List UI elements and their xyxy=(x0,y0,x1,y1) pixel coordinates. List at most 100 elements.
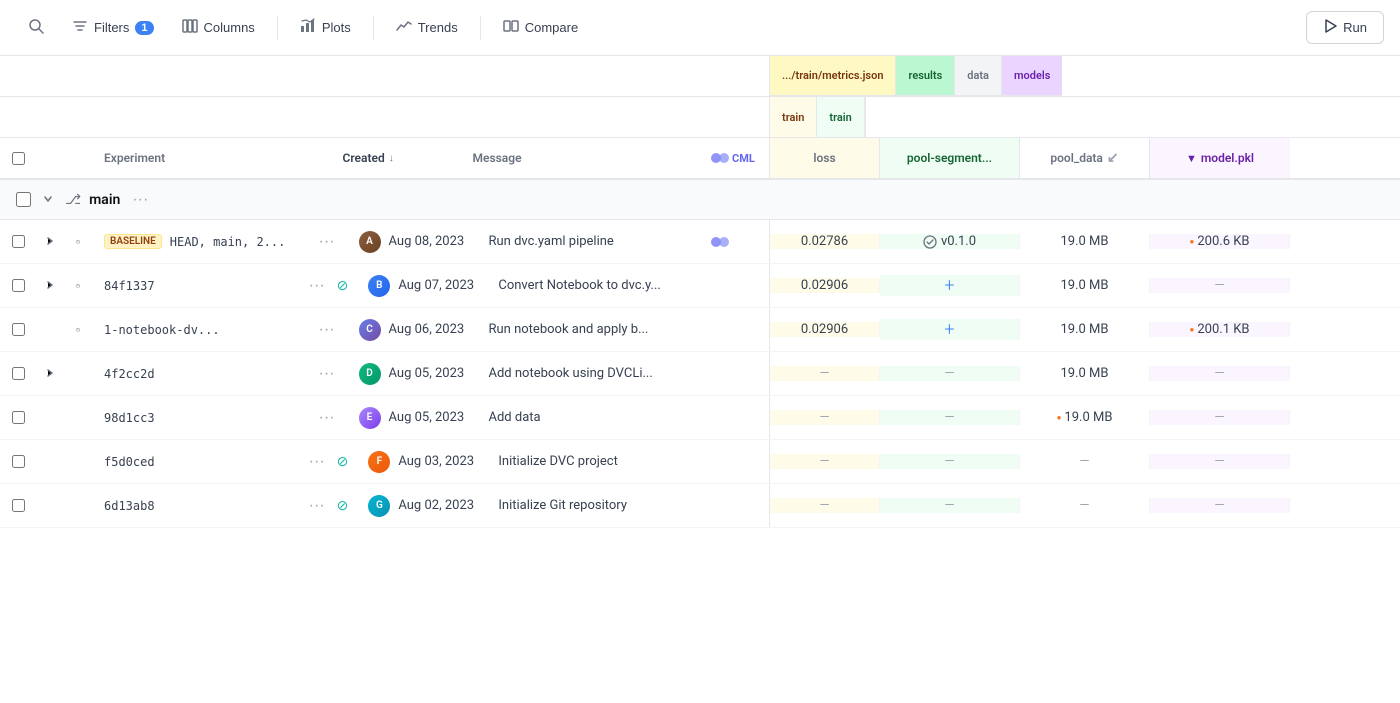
search-button[interactable] xyxy=(16,11,56,44)
subgroup-data xyxy=(865,97,866,137)
row-checkbox-4f2[interactable] xyxy=(0,366,36,381)
table-row: 6d13ab8 ··· ⊘ G Aug 02, 2023 Initialize … xyxy=(0,484,1400,528)
col-header-pool-segment: pool-segment... xyxy=(880,138,1020,178)
row-expand-head[interactable] xyxy=(36,233,64,251)
avatar-1nb: C xyxy=(359,319,381,341)
row-checkbox-98d[interactable] xyxy=(0,410,36,425)
strikethrough-icon-6d1: ⊘ xyxy=(337,498,349,514)
row-experiment-head: BASELINE HEAD, main, 2... xyxy=(92,234,315,249)
row-model-98d: — xyxy=(1150,410,1290,425)
row-message-84f: Convert Notebook to dvc.y... xyxy=(486,278,699,293)
trends-button[interactable]: Trends xyxy=(384,11,470,44)
columns-label: Columns xyxy=(204,20,255,35)
compare-button[interactable]: Compare xyxy=(491,11,590,44)
row-model-4f2: — xyxy=(1150,366,1290,381)
row-checkbox-84f[interactable] xyxy=(0,278,36,293)
row-pool-seg-f5d: — xyxy=(880,454,1020,469)
row-checkbox-f5d[interactable] xyxy=(0,454,36,469)
row-right-6d1: — — — — xyxy=(770,484,1400,527)
col-header-checkbox[interactable] xyxy=(0,151,36,166)
col-header-cml: CML xyxy=(699,152,769,165)
row-model-6d1: — xyxy=(1150,498,1290,513)
group-models-label: models xyxy=(1002,56,1062,96)
table-row: f5d0ced ··· ⊘ F Aug 03, 2023 Initialize … xyxy=(0,440,1400,484)
table-row: 4f2cc2d ··· D Aug 05, 2023 Add notebook … xyxy=(0,352,1400,396)
filters-button[interactable]: Filters 1 xyxy=(60,11,166,44)
search-icon xyxy=(28,18,44,37)
row-pool-data-4f2: 19.0 MB xyxy=(1020,366,1150,381)
row-created-84f: B Aug 07, 2023 xyxy=(356,275,486,297)
col-header-message: Message xyxy=(461,151,700,165)
group-metrics: .../train/metrics.json xyxy=(770,56,896,96)
compare-label: Compare xyxy=(525,20,578,35)
row-checkbox-head[interactable] xyxy=(0,234,36,249)
select-all-checkbox[interactable] xyxy=(12,151,25,166)
row-model-1nb: ●200.1 KB xyxy=(1150,322,1290,337)
row-checkbox-6d1[interactable] xyxy=(0,498,36,513)
row-experiment-1nb: 1-notebook-dv... xyxy=(92,323,315,337)
expand-btn-4f2[interactable] xyxy=(41,365,59,383)
row-more-6d1[interactable]: ··· xyxy=(305,495,329,517)
row-loss-4f2: — xyxy=(770,366,880,381)
row-pool-data-1nb: 19.0 MB xyxy=(1020,322,1150,337)
row-icon-head xyxy=(64,235,92,249)
avatar-6d1: G xyxy=(368,495,390,517)
row-message-1nb: Run notebook and apply b... xyxy=(477,322,700,337)
row-more-head[interactable]: ··· xyxy=(315,231,339,253)
table-body: ⎇ main ··· BASELINE HEAD, xyxy=(0,180,1400,703)
row-right-84f: 0.02906 + 19.0 MB — xyxy=(770,264,1400,307)
trends-label: Trends xyxy=(418,20,458,35)
table-row: 98d1cc3 ··· E Aug 05, 2023 Add data — — … xyxy=(0,396,1400,440)
row-more-98d[interactable]: ··· xyxy=(315,407,339,429)
row-more-4f2[interactable]: ··· xyxy=(315,363,339,385)
cursor-icon: ↙ xyxy=(1107,150,1119,166)
row-left-1nb: 1-notebook-dv... ··· C Aug 06, 2023 Run … xyxy=(0,308,770,351)
row-more-1nb[interactable]: ··· xyxy=(315,319,339,341)
row-pool-seg-4f2: — xyxy=(880,366,1020,381)
expand-btn-84f[interactable] xyxy=(41,277,59,295)
columns-icon xyxy=(182,18,198,37)
row-left-84f: 84f1337 ··· ⊘ B Aug 07, 2023 Convert Not… xyxy=(0,264,770,307)
strikethrough-icon-f5d: ⊘ xyxy=(337,454,349,470)
row-left-98d: 98d1cc3 ··· E Aug 05, 2023 Add data xyxy=(0,396,770,439)
row-message-head: Run dvc.yaml pipeline xyxy=(477,234,700,249)
row-expand-84f[interactable] xyxy=(36,277,64,295)
row-created-4f2: D Aug 05, 2023 xyxy=(347,363,477,385)
row-left-f5d: f5d0ced ··· ⊘ F Aug 03, 2023 Initialize … xyxy=(0,440,770,483)
col-header-created[interactable]: Created ↓ xyxy=(331,151,461,165)
avatar-head: A xyxy=(359,231,381,253)
col-header-experiment: Experiment xyxy=(92,151,331,165)
row-pool-data-98d: ●19.0 MB xyxy=(1020,410,1150,425)
row-left-4f2: 4f2cc2d ··· D Aug 05, 2023 Add notebook … xyxy=(0,352,770,395)
row-left-head: BASELINE HEAD, main, 2... ··· A Aug 08, … xyxy=(0,220,770,263)
plots-icon xyxy=(300,18,316,37)
row-right-1nb: 0.02906 + 19.0 MB ●200.1 KB xyxy=(770,308,1400,351)
expand-btn-head[interactable] xyxy=(41,233,59,251)
row-created-98d: E Aug 05, 2023 xyxy=(347,407,477,429)
row-model-f5d: — xyxy=(1150,454,1290,469)
plots-label: Plots xyxy=(322,20,351,35)
row-pool-data-6d1: — xyxy=(1020,498,1150,513)
row-experiment-4f2: 4f2cc2d xyxy=(92,367,315,381)
row-experiment-84f: 84f1337 xyxy=(92,279,305,293)
row-message-4f2: Add notebook using DVCLi... xyxy=(477,366,700,381)
table-row: BASELINE HEAD, main, 2... ··· A Aug 08, … xyxy=(0,220,1400,264)
row-created-head: A Aug 08, 2023 xyxy=(347,231,477,253)
trends-icon xyxy=(396,18,412,37)
row-checkbox-1nb[interactable] xyxy=(0,322,36,337)
row-message-98d: Add data xyxy=(477,410,700,425)
section-expand-btn[interactable] xyxy=(39,191,57,209)
subgroup-train-results: train xyxy=(817,97,864,137)
row-more-84f[interactable]: ··· xyxy=(305,275,329,297)
columns-button[interactable]: Columns xyxy=(170,11,267,44)
plots-button[interactable]: Plots xyxy=(288,11,363,44)
strikethrough-icon-84f: ⊘ xyxy=(337,278,349,294)
section-checkbox[interactable] xyxy=(16,192,31,207)
group-results: results xyxy=(896,56,955,96)
row-expand-4f2[interactable] xyxy=(36,365,64,383)
run-button[interactable]: Run xyxy=(1306,11,1384,44)
row-experiment-98d: 98d1cc3 xyxy=(92,411,315,425)
row-more-f5d[interactable]: ··· xyxy=(305,451,329,473)
group-data: data xyxy=(955,56,1002,96)
section-more-btn[interactable]: ··· xyxy=(128,189,152,211)
